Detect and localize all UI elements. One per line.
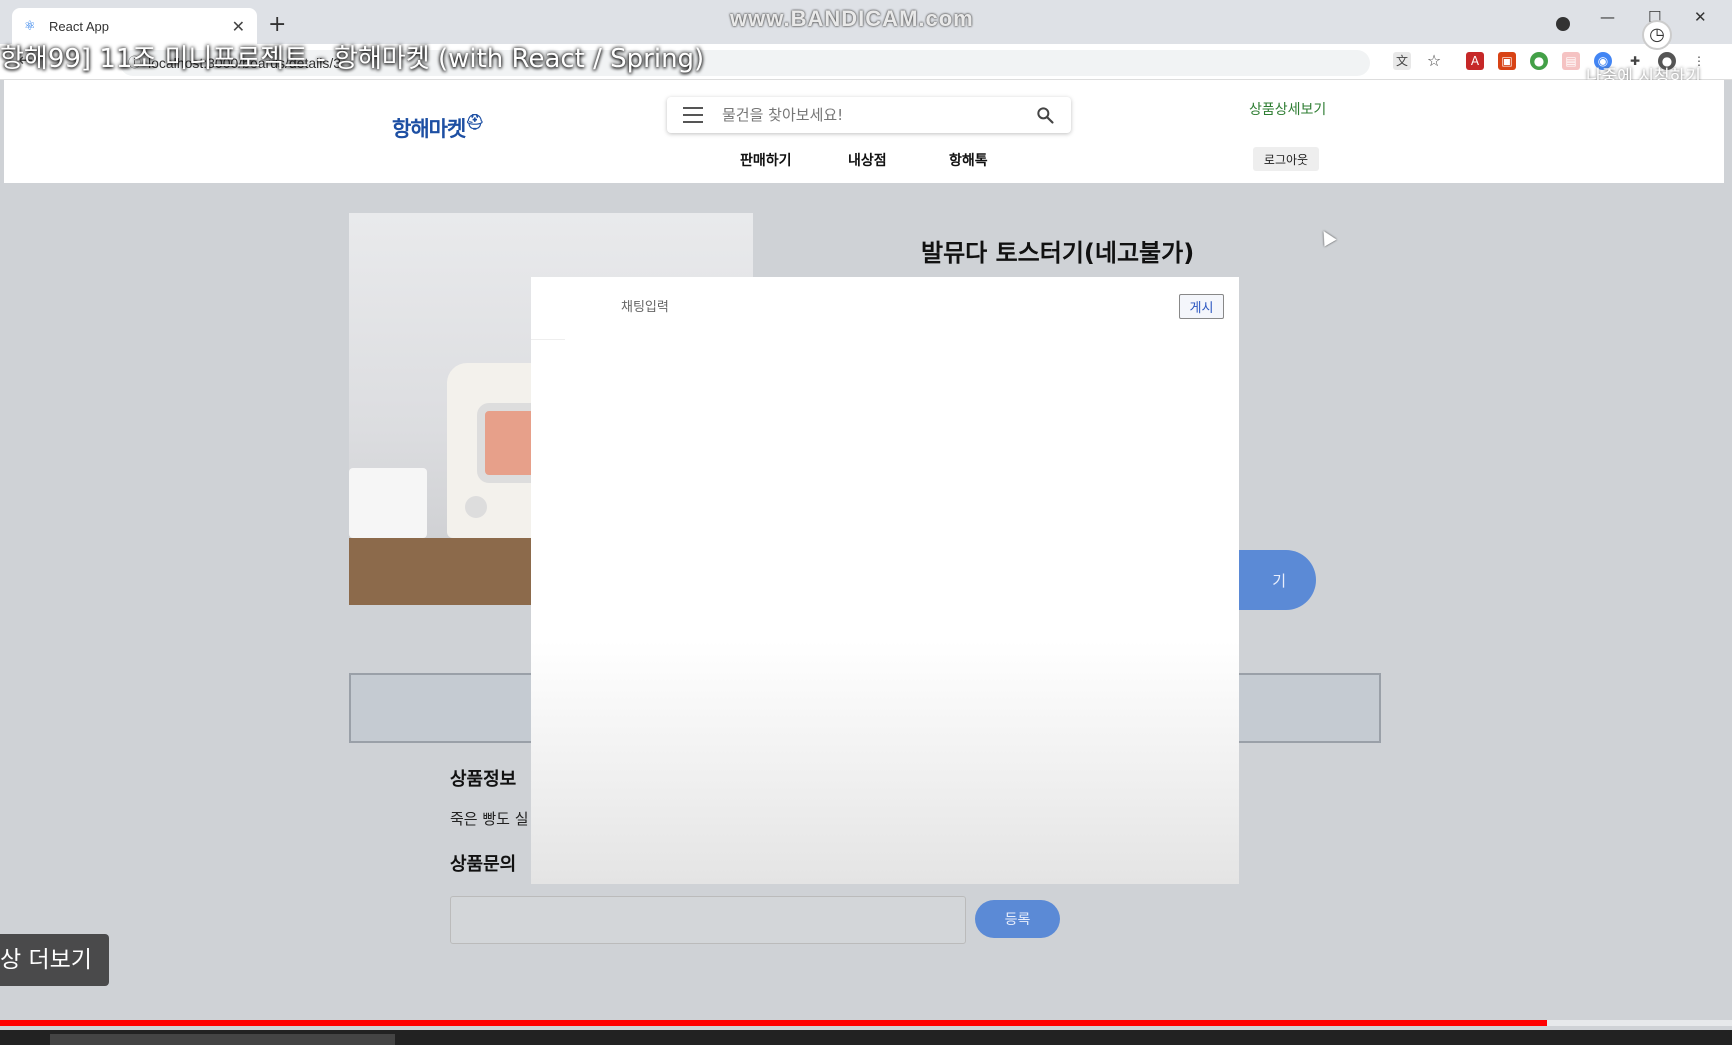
product-title: 발뮤다 토스터기(네고불가) xyxy=(921,239,1195,267)
register-button[interactable]: 등록 xyxy=(975,900,1060,938)
video-progress-bar[interactable] xyxy=(0,1020,1732,1026)
recording-watermark: www.BANDICAM.com xyxy=(730,6,974,31)
translate-icon[interactable]: 文 xyxy=(1393,52,1411,70)
qa-input[interactable] xyxy=(450,896,966,944)
extension-icon[interactable]: ▣ xyxy=(1498,52,1516,70)
product-info-heading: 상품정보 xyxy=(450,769,517,790)
tab-close-icon[interactable]: ✕ xyxy=(232,17,245,36)
window-close-icon[interactable]: ✕ xyxy=(1694,8,1707,26)
site-logo[interactable]: 항해마켓⛑ xyxy=(392,113,484,143)
logo-text: 항해마켓 xyxy=(392,117,466,141)
mouse-cursor-icon xyxy=(1317,227,1337,247)
hamburger-menu-icon[interactable] xyxy=(683,107,703,123)
more-videos-chip[interactable]: 상 더보기 xyxy=(0,934,109,986)
product-qa-heading: 상품문의 xyxy=(450,854,517,875)
search-input[interactable] xyxy=(722,103,1022,127)
logout-button[interactable]: 로그아웃 xyxy=(1253,147,1319,171)
video-progress-fill xyxy=(0,1020,1547,1026)
extension-calendar-icon[interactable]: ▤ xyxy=(1562,52,1580,70)
chat-modal: 게시 xyxy=(531,277,1239,884)
bookmark-star-icon[interactable]: ☆ xyxy=(1425,52,1443,70)
tab-search-icon[interactable] xyxy=(1556,17,1570,31)
nav-sell[interactable]: 판매하기 xyxy=(740,150,792,170)
watch-later-clock-icon[interactable]: ◷ xyxy=(1642,20,1672,50)
chat-input[interactable] xyxy=(621,295,1101,319)
search-bar xyxy=(667,97,1071,133)
search-icon[interactable] xyxy=(1035,105,1055,125)
pdf-extension-icon[interactable]: A xyxy=(1466,52,1484,70)
nav-my-store[interactable]: 내상점 xyxy=(848,150,887,170)
product-detail-link[interactable]: 상품상세보기 xyxy=(1249,99,1326,119)
player-controls xyxy=(0,1030,1732,1045)
extension-green-icon[interactable]: ● xyxy=(1530,52,1548,70)
product-description: 죽은 빵도 실 xyxy=(450,810,529,828)
new-tab-icon[interactable]: + xyxy=(268,12,286,37)
post-button[interactable]: 게시 xyxy=(1179,294,1224,319)
react-favicon-icon: ⚛ xyxy=(24,18,36,34)
tab-title: React App xyxy=(49,18,109,34)
nav-talk[interactable]: 항해톡 xyxy=(949,150,988,170)
logo-hat-icon: ⛑ xyxy=(465,113,484,131)
video-title: 항해99] 11조 미니프로젝트 - 항해마켓 (with React / Sp… xyxy=(0,44,705,74)
minimize-icon[interactable]: — xyxy=(1600,8,1615,26)
